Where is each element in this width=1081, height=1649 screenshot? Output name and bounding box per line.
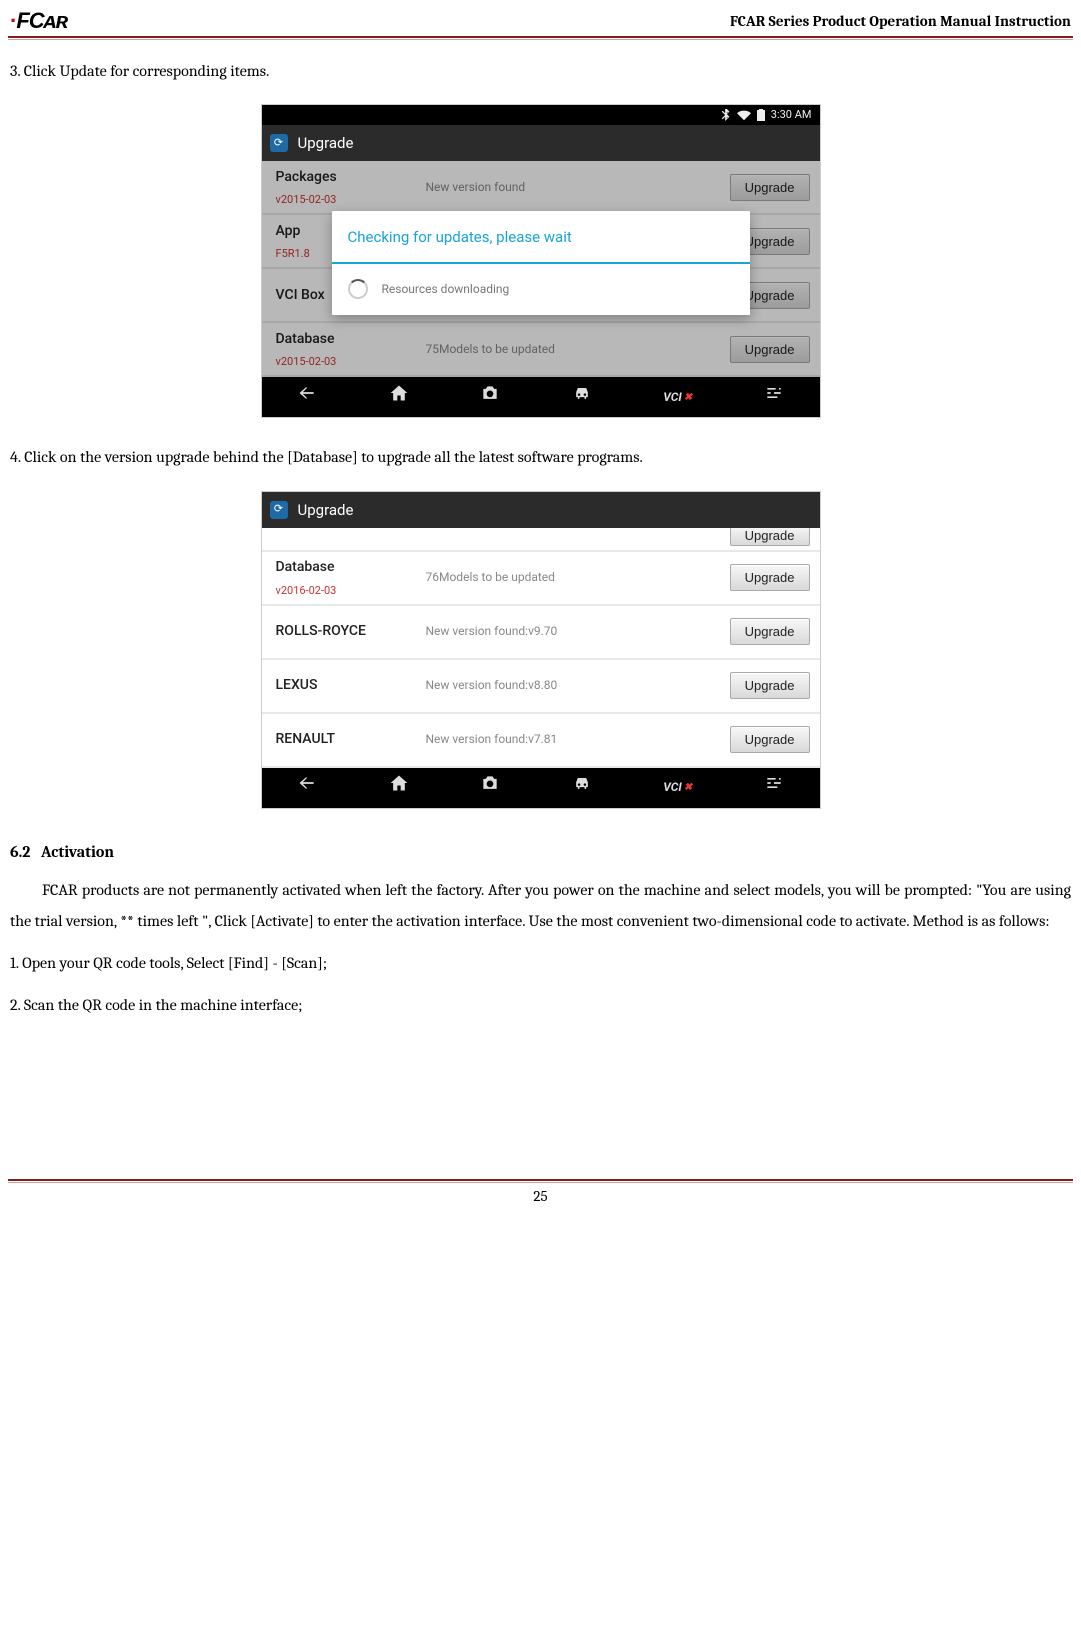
section-number: 6.2 <box>10 843 30 861</box>
screenshot-1: 3:30 AM ⟳ Upgrade Packagesv2015-02-03 Ne… <box>261 104 821 418</box>
car-icon[interactable] <box>572 383 592 413</box>
dialog-body: Resources downloading <box>332 264 750 315</box>
item-title: RENAULT <box>276 726 426 753</box>
upgrade-list-2: Upgrade Databasev2016-02-03 76Models to … <box>262 528 820 768</box>
list-item-partial: Upgrade <box>262 528 820 552</box>
activation-step-2: 2. Scan the QR code in the machine inter… <box>10 990 1071 1020</box>
status-time: 3:30 AM <box>771 105 812 126</box>
list-item: ROLLS-ROYCE New version found:v9.70 Upgr… <box>262 606 820 660</box>
upgrade-button[interactable]: Upgrade <box>730 564 810 591</box>
list-item: Databasev2016-02-03 76Models to be updat… <box>262 552 820 606</box>
logo-text: FCᴀʀ <box>16 8 67 33</box>
page-number: 25 <box>0 1187 1081 1211</box>
item-message: 76Models to be updated <box>426 566 730 589</box>
list-item: LEXUS New version found:v8.80 Upgrade <box>262 660 820 714</box>
dialog-message: Resources downloading <box>382 278 510 301</box>
vci-error-icon: ✖ <box>684 388 692 407</box>
wifi-icon <box>737 109 751 121</box>
app-title-text: Upgrade <box>298 496 354 525</box>
page-footer: 25 <box>0 1179 1081 1211</box>
camera-icon[interactable] <box>480 773 500 803</box>
section-title: Activation <box>41 843 114 861</box>
camera-icon[interactable] <box>480 383 500 413</box>
app-titlebar-1: ⟳ Upgrade <box>262 125 820 161</box>
item-message: New version found:v7.81 <box>426 728 730 751</box>
back-icon[interactable] <box>297 383 317 413</box>
step-3-text: 3. Click Update for corresponding items. <box>10 56 1071 86</box>
app-icon: ⟳ <box>270 134 288 152</box>
app-title-text: Upgrade <box>298 129 354 158</box>
upgrade-button[interactable]: Upgrade <box>730 618 810 645</box>
upgrade-button[interactable]: Upgrade <box>730 672 810 699</box>
battery-icon <box>757 109 765 121</box>
item-title: ROLLS-ROYCE <box>276 618 426 645</box>
car-icon[interactable] <box>572 773 592 803</box>
vci-status: VCI✖ <box>663 386 692 409</box>
item-message: New version found:v8.80 <box>426 674 730 697</box>
app-titlebar-2: ⟳ Upgrade <box>262 492 820 528</box>
home-icon[interactable] <box>389 383 409 413</box>
item-title: Database <box>276 554 426 581</box>
vci-error-icon: ✖ <box>684 778 692 797</box>
checking-updates-dialog: Checking for updates, please wait Resour… <box>332 211 750 314</box>
item-title: LEXUS <box>276 672 426 699</box>
settings-sliders-icon[interactable] <box>764 383 784 413</box>
document-title: FCAR Series Product Operation Manual Ins… <box>730 12 1071 30</box>
section-heading: 6.2 Activation <box>10 837 1071 867</box>
page-content: 3. Click Update for corresponding items.… <box>0 40 1081 1039</box>
app-icon: ⟳ <box>270 501 288 519</box>
vci-status: VCI✖ <box>663 776 692 799</box>
upgrade-button[interactable]: Upgrade <box>730 528 810 546</box>
activation-paragraph: FCAR products are not permanently activa… <box>10 875 1071 936</box>
footer-divider <box>8 1179 1073 1183</box>
page-header: ·FCᴀʀ FCAR Series Product Operation Manu… <box>0 0 1081 36</box>
nav-bar-2: VCI✖ <box>262 768 820 808</box>
item-version: v2016-02-03 <box>276 581 426 602</box>
home-icon[interactable] <box>389 773 409 803</box>
list-with-overlay: Packagesv2015-02-03 New version found Up… <box>262 161 820 377</box>
nav-bar-1: VCI✖ <box>262 377 820 417</box>
dialog-title: Checking for updates, please wait <box>332 211 750 262</box>
list-item: RENAULT New version found:v7.81 Upgrade <box>262 714 820 768</box>
settings-sliders-icon[interactable] <box>764 773 784 803</box>
logo: ·FCᴀʀ <box>10 8 68 34</box>
bluetooth-icon <box>721 109 731 121</box>
android-status-bar: 3:30 AM <box>262 105 820 125</box>
back-icon[interactable] <box>297 773 317 803</box>
step-4-text: 4. Click on the version upgrade behind t… <box>10 442 1071 472</box>
upgrade-button[interactable]: Upgrade <box>730 726 810 753</box>
spinner-icon <box>348 279 368 299</box>
item-message: New version found:v9.70 <box>426 620 730 643</box>
screenshot-2: ⟳ Upgrade Upgrade Databasev2016-02-03 76… <box>261 491 821 809</box>
activation-step-1: 1. Open your QR code tools, Select [Find… <box>10 948 1071 978</box>
